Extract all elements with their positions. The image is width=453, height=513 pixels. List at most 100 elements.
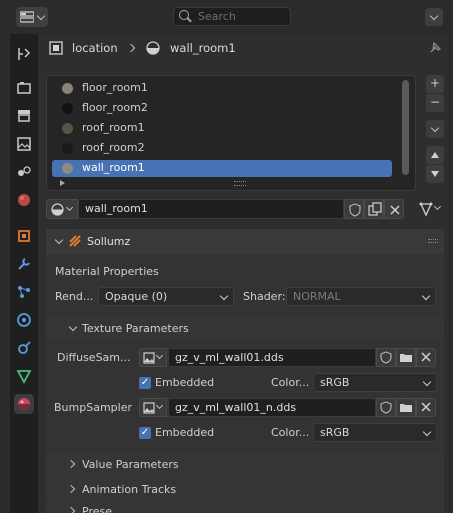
material-slot-row[interactable]: roof_room1 — [52, 120, 392, 137]
texture-parameters-label: Texture Parameters — [82, 322, 189, 335]
chevron-down-icon — [433, 202, 442, 211]
drag-handle-icon[interactable] — [428, 239, 438, 243]
material-slot-row[interactable]: floor_room1 — [52, 80, 392, 97]
chevron-right-icon — [66, 506, 76, 513]
resize-handle-icon[interactable] — [234, 181, 246, 186]
constraints-tab-icon[interactable] — [14, 338, 34, 358]
search-icon — [179, 10, 189, 20]
fake-user-button[interactable] — [376, 348, 396, 367]
render-tab-icon[interactable] — [14, 78, 34, 98]
embedded-checkbox[interactable]: ✓ — [139, 377, 151, 389]
chevron-down-icon — [155, 401, 164, 410]
material-tab-icon[interactable] — [14, 394, 34, 414]
image-name-field[interactable]: gz_v_ml_wall01.dds — [168, 348, 376, 367]
chevron-down-icon — [219, 291, 229, 301]
fake-user-button[interactable] — [376, 398, 396, 417]
tool-tab-icon[interactable] — [14, 44, 34, 64]
open-file-button[interactable] — [396, 348, 416, 367]
close-icon — [421, 402, 431, 412]
unlink-image-button[interactable] — [416, 398, 436, 417]
material-slot-row[interactable]: floor_room2 — [52, 100, 392, 117]
material-slot-label: floor_room1 — [82, 81, 148, 94]
link-mode-dropdown[interactable] — [416, 199, 444, 219]
sampler-label: BumpSampler — [54, 401, 132, 414]
properties-editor-icon — [20, 11, 34, 23]
modifier-tab-icon[interactable] — [14, 254, 34, 274]
animation-tracks-header[interactable]: Animation Tracks — [46, 477, 444, 502]
move-slot-down-button[interactable] — [426, 165, 444, 183]
presets-header[interactable]: Prese... — [46, 503, 444, 513]
material-slot-label: wall_room1 — [82, 161, 145, 174]
chevron-right-icon — [66, 484, 76, 494]
sampler-label: DiffuseSam... — [57, 351, 131, 364]
list-filter-toggle-icon[interactable] — [60, 180, 65, 186]
remove-slot-button[interactable]: − — [426, 94, 444, 112]
duplicate-icon — [368, 202, 382, 216]
embedded-label: Embedded — [155, 376, 215, 389]
chevron-right-icon — [66, 459, 76, 469]
close-icon — [421, 352, 431, 362]
embedded-checkbox[interactable]: ✓ — [139, 427, 151, 439]
folder-icon — [400, 354, 412, 362]
material-preview-icon — [62, 143, 73, 154]
search-input[interactable]: Search — [173, 7, 291, 26]
fake-user-button[interactable] — [344, 199, 364, 219]
object-tab-icon[interactable] — [14, 226, 34, 246]
image-icon — [143, 402, 155, 414]
value-parameters-header[interactable]: Value Parameters — [46, 452, 444, 477]
sollumz-header-label: Sollumz — [87, 235, 131, 248]
browse-image-button[interactable] — [139, 398, 167, 417]
view-layer-tab-icon[interactable] — [14, 134, 34, 154]
pin-icon[interactable] — [427, 40, 443, 56]
material-slot-row[interactable]: wall_room1 — [52, 160, 392, 177]
object-icon — [49, 41, 63, 55]
slot-specials-button[interactable] — [426, 120, 444, 138]
color-space-dropdown[interactable]: sRGB — [313, 423, 437, 442]
color-space-value: sRGB — [320, 376, 350, 389]
material-slot-label: floor_room2 — [82, 101, 148, 114]
sollumz-panel-header[interactable]: Sollumz — [46, 229, 444, 254]
material-preview-icon — [62, 163, 73, 174]
browse-image-button[interactable] — [139, 348, 167, 367]
chevron-down-icon — [68, 322, 78, 332]
shield-icon — [380, 401, 392, 414]
material-name-field[interactable]: wall_room1 — [78, 199, 344, 219]
value-parameters-label: Value Parameters — [82, 458, 179, 471]
material-properties-label: Material Properties — [55, 265, 159, 278]
options-dropdown-button[interactable] — [425, 8, 443, 26]
chevron-down-icon — [422, 427, 432, 437]
render-bucket-dropdown[interactable]: Opaque (0) — [98, 287, 234, 306]
move-slot-up-button[interactable] — [426, 146, 444, 164]
physics-tab-icon[interactable] — [14, 310, 34, 330]
color-space-label: Color... — [271, 426, 310, 439]
particles-tab-icon[interactable] — [14, 282, 34, 302]
world-tab-icon[interactable] — [14, 190, 34, 210]
shader-value: NORMAL — [293, 290, 341, 303]
render-bucket-label: Rend... — [55, 290, 94, 303]
object-data-icon — [419, 202, 433, 217]
image-name-field[interactable]: gz_v_ml_wall01_n.dds — [168, 398, 376, 417]
breadcrumb-material: wall_room1 — [170, 41, 236, 55]
shader-dropdown[interactable]: NORMAL — [286, 287, 436, 306]
chevron-down-icon — [430, 123, 440, 133]
chevron-down-icon — [421, 291, 431, 301]
open-file-button[interactable] — [396, 398, 416, 417]
render-bucket-value: Opaque (0) — [105, 290, 168, 303]
folder-icon — [400, 404, 412, 412]
output-tab-icon[interactable] — [14, 105, 34, 125]
image-icon — [143, 352, 155, 364]
browse-material-button[interactable] — [46, 199, 78, 219]
data-tab-icon[interactable] — [14, 366, 34, 386]
material-slot-row[interactable]: roof_room2 — [52, 140, 392, 157]
color-space-dropdown[interactable]: sRGB — [313, 373, 437, 392]
triangle-down-icon — [431, 171, 439, 177]
list-scrollbar[interactable] — [402, 80, 409, 175]
duplicate-material-button[interactable] — [364, 199, 384, 219]
editor-type-button[interactable] — [16, 7, 48, 27]
texture-parameters-header[interactable]: Texture Parameters — [46, 316, 444, 341]
color-space-label: Color... — [271, 376, 310, 389]
scene-tab-icon[interactable] — [14, 162, 34, 182]
unlink-material-button[interactable] — [384, 199, 404, 219]
unlink-image-button[interactable] — [416, 348, 436, 367]
add-slot-button[interactable]: + — [426, 75, 444, 93]
